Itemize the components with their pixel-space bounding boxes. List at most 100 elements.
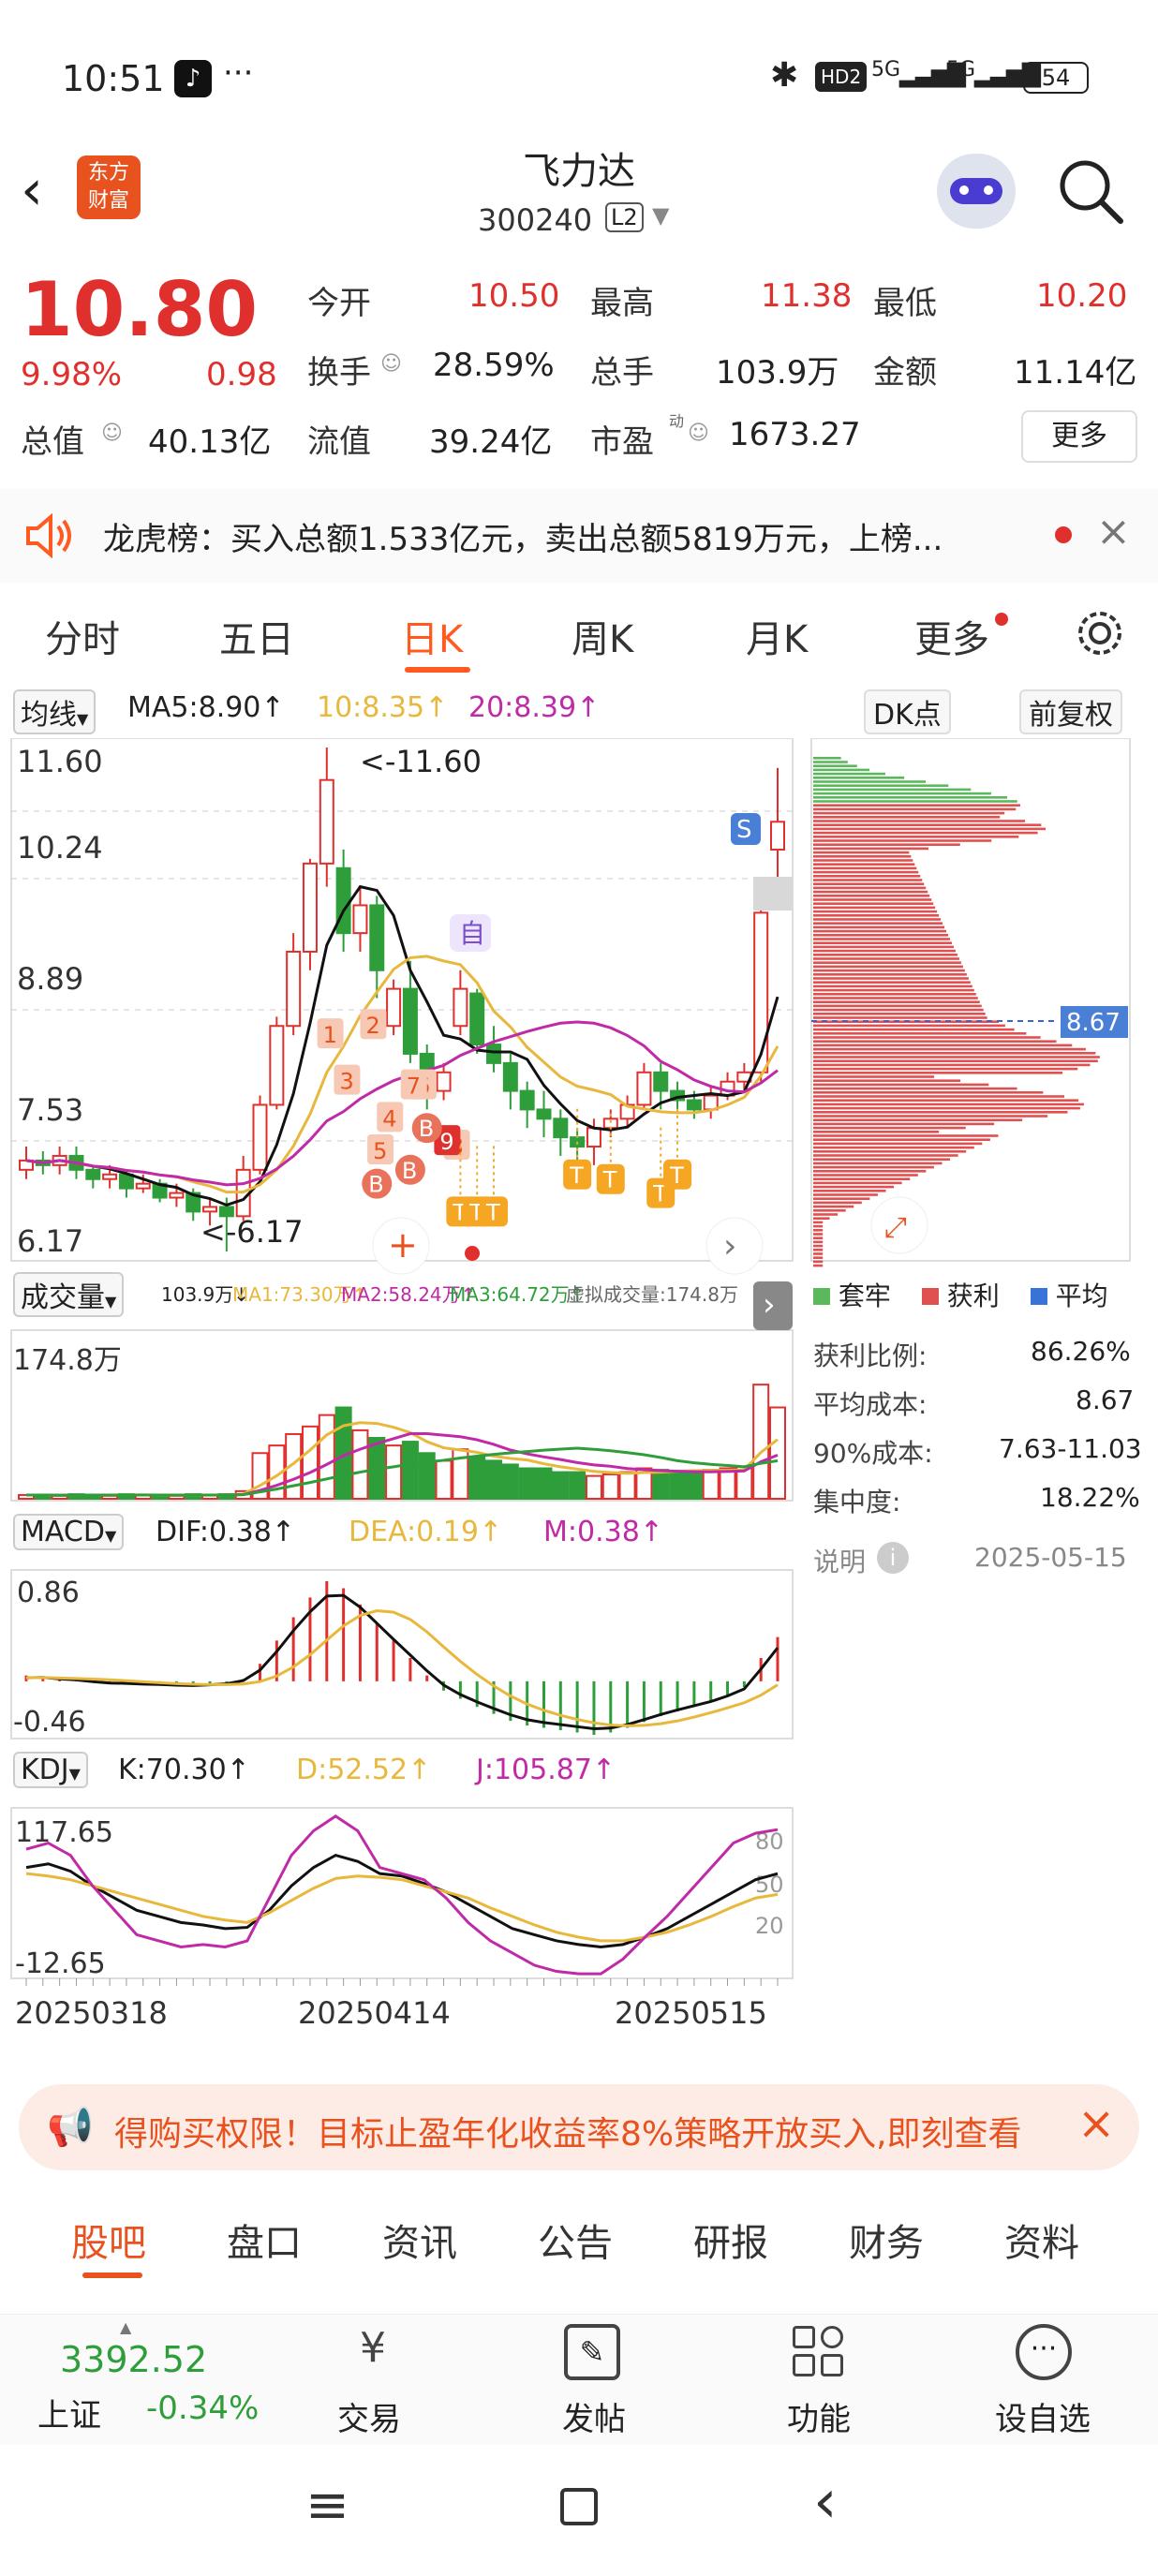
chip-bar bbox=[813, 1079, 961, 1082]
tab-timeshare[interactable]: 分时 bbox=[45, 609, 120, 663]
chip-bar bbox=[813, 957, 959, 960]
l2-badge[interactable]: L2 bbox=[605, 202, 644, 232]
subtab-news[interactable]: 资讯 bbox=[382, 2213, 457, 2267]
tab-fiveday[interactable]: 五日 bbox=[219, 609, 294, 663]
function-button[interactable]: 功能 bbox=[787, 2393, 851, 2439]
tab-weekly-k[interactable]: 周K bbox=[572, 609, 633, 663]
indicator-select[interactable]: 均线▼ bbox=[13, 689, 96, 734]
chip-bar bbox=[813, 1075, 935, 1078]
tab-monthly-k[interactable]: 月K bbox=[746, 609, 808, 663]
chip-bar bbox=[813, 800, 1017, 803]
candle-body bbox=[269, 1025, 285, 1106]
chip-bar bbox=[813, 875, 921, 878]
dropdown-icon[interactable]: ▼ bbox=[652, 202, 669, 229]
index-name: 上证 bbox=[37, 2397, 101, 2435]
info-icon-3[interactable]: ☺ bbox=[688, 422, 709, 445]
trade-button[interactable]: 交易 bbox=[337, 2393, 401, 2439]
subtab-notice[interactable]: 公告 bbox=[538, 2213, 613, 2267]
dragon-tiger-banner[interactable]: 龙虎榜：买入总额1.533亿元，卖出总额5819万元，上榜... × bbox=[0, 489, 1158, 583]
volume-bar bbox=[752, 1384, 770, 1500]
more-circle-icon[interactable]: ··· bbox=[1016, 2324, 1072, 2380]
chip-bar bbox=[813, 823, 1042, 826]
close-icon[interactable]: × bbox=[1096, 508, 1131, 555]
index-value[interactable]: 3392.52 bbox=[60, 2339, 207, 2380]
candle-body bbox=[218, 1206, 234, 1218]
chip-bar bbox=[813, 804, 1020, 807]
candle-body bbox=[586, 1127, 601, 1148]
subtab-finance[interactable]: 财务 bbox=[849, 2213, 924, 2267]
settings-gear-icon[interactable] bbox=[1074, 607, 1126, 659]
more-button[interactable]: 更多 bbox=[1021, 410, 1137, 463]
chip-bar bbox=[813, 965, 963, 969]
robot-avatar-icon[interactable] bbox=[937, 154, 1016, 229]
chip-bar bbox=[813, 847, 929, 851]
home-icon[interactable] bbox=[560, 2488, 598, 2525]
chart-tabs: 分时 五日 日K 周K 月K 更多 bbox=[0, 588, 1158, 682]
apps-icon[interactable] bbox=[793, 2326, 845, 2378]
trade-icon[interactable]: ¥ bbox=[335, 2324, 410, 2380]
chip-bar bbox=[813, 807, 1017, 811]
chip-bar bbox=[813, 836, 1019, 838]
t-mark-label: T bbox=[602, 1167, 617, 1193]
banner-text: 龙虎榜：买入总额1.533亿元，卖出总额5819万元，上榜... bbox=[103, 521, 943, 558]
chip-bar bbox=[813, 863, 915, 866]
kline-chart[interactable]: 11.60 10.24 8.89 7.53 6.17 <-11.60 <-6.1… bbox=[0, 738, 1158, 2031]
volume-max-label: 174.8万 bbox=[13, 1344, 122, 1377]
macd-select[interactable]: MACD▼ bbox=[13, 1514, 125, 1550]
promo-bar[interactable]: 📢 得购买权限！目标止盈年化收益率8%策略开放买入,即刻查看 × bbox=[19, 2084, 1139, 2170]
chip-bar bbox=[813, 761, 848, 763]
chip-bar bbox=[813, 1106, 1080, 1110]
chip-bar bbox=[813, 973, 967, 976]
self-marker-label: 自 bbox=[459, 918, 485, 949]
subtab-profile[interactable]: 资料 bbox=[1004, 2213, 1079, 2267]
volume-bars-group bbox=[18, 1384, 786, 1501]
tab-active-indicator bbox=[405, 667, 470, 673]
candle-body bbox=[302, 862, 318, 953]
info-icon[interactable]: ☺ bbox=[380, 352, 402, 376]
chip-note[interactable]: 说明 bbox=[813, 1542, 866, 1579]
chart-area: 均线▼ MA5:8.90↑ 10:8.35↑ 20:8.39↑ DK点 前复权 … bbox=[0, 682, 1158, 2068]
indicator-label: 均线 bbox=[21, 699, 77, 732]
tab-daily-k[interactable]: 日K bbox=[401, 609, 463, 663]
volume-bar bbox=[685, 1471, 703, 1500]
subtab-guba[interactable]: 股吧 bbox=[71, 2213, 146, 2267]
subtab-indicator bbox=[82, 2273, 142, 2278]
back-nav-icon[interactable]: ‹ bbox=[813, 2467, 838, 2537]
subtab-research[interactable]: 研报 bbox=[693, 2213, 768, 2267]
subtab-pankou[interactable]: 盘口 bbox=[227, 2213, 302, 2267]
chip-bar bbox=[813, 1056, 1100, 1059]
chip-bar bbox=[813, 780, 927, 783]
chip-bar bbox=[813, 772, 885, 776]
add-watchlist-button[interactable]: 设自选 bbox=[995, 2393, 1091, 2439]
candle-body bbox=[118, 1173, 134, 1190]
volume-bar bbox=[485, 1459, 503, 1500]
dk-button[interactable]: DK点 bbox=[864, 689, 951, 734]
chevron-right-icon-2: › bbox=[763, 1286, 776, 1324]
tab-more[interactable]: 更多 bbox=[914, 609, 989, 663]
chip-bar bbox=[813, 1205, 854, 1208]
kdj-select[interactable]: KDJ▼ bbox=[13, 1752, 88, 1788]
volume-select[interactable]: 成交量▼ bbox=[13, 1272, 125, 1317]
promo-close-icon[interactable]: × bbox=[1077, 2097, 1115, 2150]
menu-icon[interactable]: ≡ bbox=[305, 2475, 349, 2536]
chip-bar bbox=[813, 929, 947, 933]
y-label-0: 11.60 bbox=[17, 744, 103, 779]
number-mark-label: 2 bbox=[365, 1013, 379, 1039]
info-icon-2[interactable]: ☺ bbox=[101, 422, 123, 445]
expand-icon: ⤢ bbox=[884, 1211, 907, 1244]
adjust-button[interactable]: 前复权 bbox=[1019, 689, 1122, 734]
low-label: 最低 bbox=[873, 285, 937, 322]
chip-bar bbox=[813, 949, 956, 953]
info-circle-icon[interactable]: i bbox=[877, 1542, 909, 1574]
post-button[interactable]: 发帖 bbox=[562, 2393, 626, 2439]
chip-bar bbox=[813, 1154, 958, 1157]
search-icon[interactable] bbox=[1055, 155, 1126, 227]
header: ‹ 东方 财富 飞力达 300240 L2 ▼ bbox=[0, 131, 1158, 253]
post-icon[interactable]: ✎ bbox=[564, 2324, 620, 2380]
chip-bar bbox=[813, 1013, 986, 1015]
chip-conc: 18.22% bbox=[1040, 1482, 1140, 1513]
chip-bar bbox=[813, 961, 961, 964]
chip-bar bbox=[813, 1016, 987, 1019]
chip-bar bbox=[813, 1170, 927, 1173]
high-label: 最高 bbox=[590, 285, 654, 322]
